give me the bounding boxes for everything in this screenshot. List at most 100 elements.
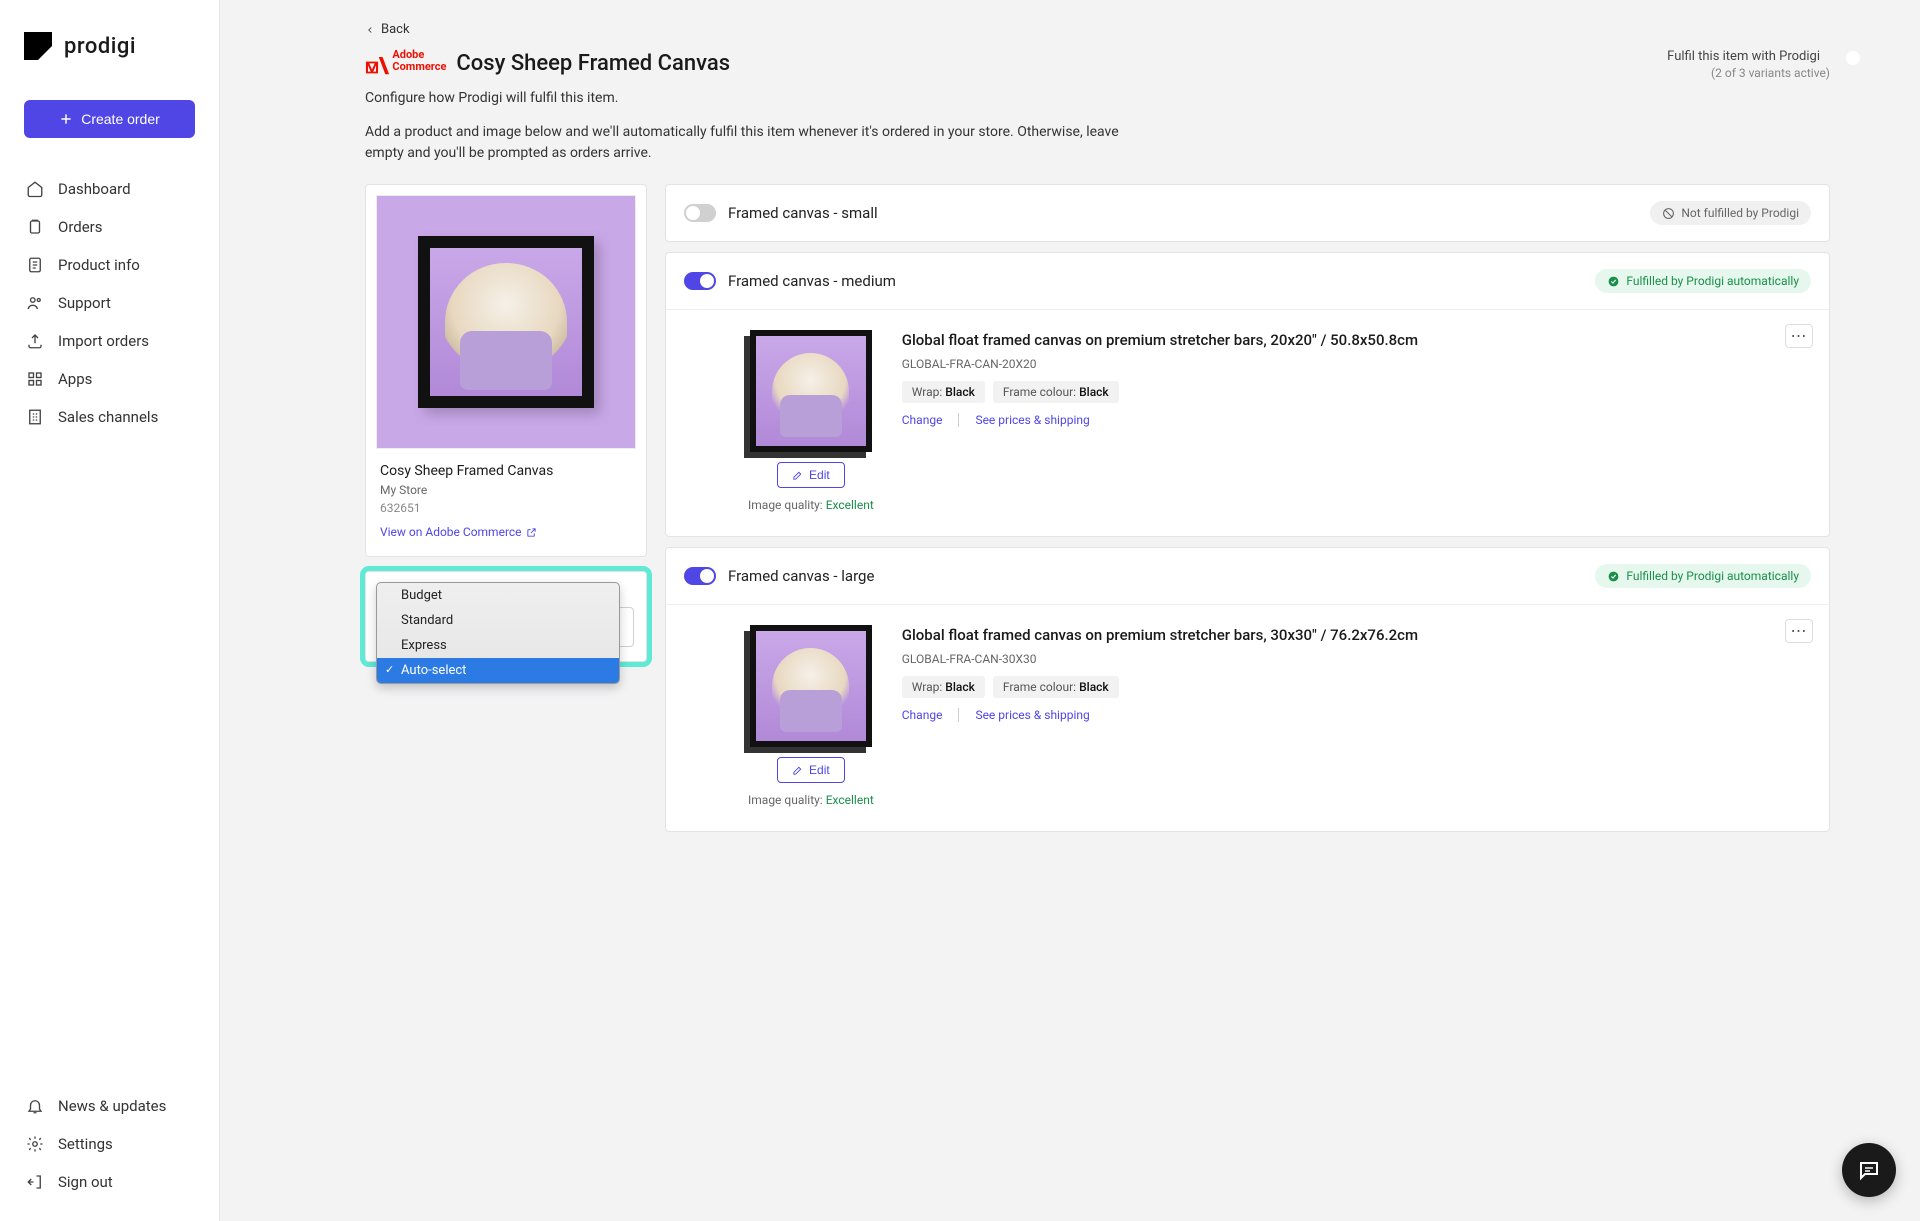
- variant-card-medium: Framed canvas - medium Fulfilled by Prod…: [665, 252, 1830, 537]
- content-row: Cosy Sheep Framed Canvas My Store 632651…: [365, 184, 1830, 832]
- users-icon: [26, 294, 44, 312]
- shipping-option-express[interactable]: Express: [377, 633, 619, 658]
- chevron-left-icon: [365, 25, 375, 35]
- chat-fab[interactable]: [1842, 1143, 1896, 1197]
- edit-icon: [792, 470, 803, 481]
- right-column: Framed canvas - small Not fulfilled by P…: [665, 184, 1830, 832]
- variant-details: Global float framed canvas on premium st…: [902, 330, 1809, 512]
- subtext-2: Add a product and image below and we'll …: [365, 122, 1125, 164]
- divider: [958, 708, 959, 722]
- adobe-commerce-logo: ⟏\AdobeCommerce: [365, 49, 446, 78]
- variant-toggle[interactable]: [684, 204, 716, 222]
- variant-product-name: Global float framed canvas on premium st…: [902, 625, 1809, 646]
- nav-label: Support: [58, 294, 111, 312]
- prices-link[interactable]: See prices & shipping: [975, 708, 1089, 722]
- variant-head: Framed canvas - large Fulfilled by Prodi…: [666, 548, 1829, 604]
- nav-support[interactable]: Support: [8, 284, 211, 322]
- nav-label: Apps: [58, 370, 92, 388]
- back-link[interactable]: Back: [365, 22, 1830, 37]
- nav-orders[interactable]: Orders: [8, 208, 211, 246]
- check-circle-icon: [1607, 275, 1620, 288]
- nav-signout[interactable]: Sign out: [8, 1163, 211, 1201]
- frame-chip: Frame colour: Black: [993, 381, 1119, 403]
- nav-settings[interactable]: Settings: [8, 1125, 211, 1163]
- variant-badge: Not fulfilled by Prodigi: [1650, 201, 1811, 225]
- fulfil-sub: (2 of 3 variants active): [1667, 66, 1830, 80]
- create-order-label: Create order: [81, 111, 160, 127]
- edit-label: Edit: [809, 468, 830, 482]
- nav-bottom: News & updates Settings Sign out: [0, 1079, 219, 1205]
- shipping-card: Shipping Budget Standard Express Auto-se…: [365, 571, 647, 662]
- product-card: Cosy Sheep Framed Canvas My Store 632651…: [365, 184, 647, 557]
- change-link[interactable]: Change: [902, 708, 943, 722]
- edit-button[interactable]: Edit: [777, 462, 845, 488]
- nav-dashboard[interactable]: Dashboard: [8, 170, 211, 208]
- logo: prodigi: [0, 24, 219, 84]
- variant-title: Framed canvas - medium: [728, 272, 896, 290]
- edit-label: Edit: [809, 763, 830, 777]
- badge-text: Fulfilled by Prodigi automatically: [1626, 569, 1799, 583]
- external-link-icon: [526, 527, 537, 538]
- nav-product-info[interactable]: Product info: [8, 246, 211, 284]
- upload-icon: [26, 332, 44, 350]
- view-on-platform-link[interactable]: View on Adobe Commerce: [376, 525, 541, 539]
- variant-badge: Fulfilled by Prodigi automatically: [1595, 564, 1811, 588]
- gear-icon: [26, 1135, 44, 1153]
- create-order-button[interactable]: Create order: [24, 100, 195, 138]
- check-circle-icon: [1607, 570, 1620, 583]
- home-icon: [26, 180, 44, 198]
- variant-head: Framed canvas - small Not fulfilled by P…: [666, 185, 1829, 241]
- variant-body: ⋯ Edit Image quality: Excellent: [666, 604, 1829, 831]
- variant-title: Framed canvas - large: [728, 567, 874, 585]
- variant-toggle[interactable]: [684, 272, 716, 290]
- nav-news[interactable]: News & updates: [8, 1087, 211, 1125]
- change-link[interactable]: Change: [902, 413, 943, 427]
- page-title: Cosy Sheep Framed Canvas: [456, 51, 730, 76]
- shipping-option-auto-select[interactable]: Auto-select: [377, 658, 619, 683]
- nav-label: Dashboard: [58, 180, 131, 198]
- prices-link[interactable]: See prices & shipping: [975, 413, 1089, 427]
- shipping-option-standard[interactable]: Standard: [377, 608, 619, 633]
- more-button[interactable]: ⋯: [1785, 324, 1813, 348]
- variant-thumbnail: [750, 330, 872, 452]
- variant-sku: GLOBAL-FRA-CAN-30X30: [902, 652, 1809, 666]
- shipping-option-budget[interactable]: Budget: [377, 583, 619, 608]
- product-name: Cosy Sheep Framed Canvas: [376, 463, 636, 479]
- store-name: My Store: [376, 483, 636, 497]
- nav-label: Orders: [58, 218, 103, 236]
- bell-icon: [26, 1097, 44, 1115]
- left-column: Cosy Sheep Framed Canvas My Store 632651…: [365, 184, 647, 662]
- variant-badge: Fulfilled by Prodigi automatically: [1595, 269, 1811, 293]
- action-links: Change See prices & shipping: [902, 708, 1809, 722]
- nav-apps[interactable]: Apps: [8, 360, 211, 398]
- nav-import-orders[interactable]: Import orders: [8, 322, 211, 360]
- main-content: Back ⟏\AdobeCommerce Cosy Sheep Framed C…: [220, 0, 1920, 1221]
- building-icon: [26, 408, 44, 426]
- back-label: Back: [381, 22, 410, 37]
- quality-label: Image quality:: [748, 793, 823, 807]
- image-quality: Image quality: Excellent: [748, 793, 874, 807]
- frame-chip: Frame colour: Black: [993, 676, 1119, 698]
- quality-value: Excellent: [826, 793, 874, 807]
- fulfil-label: Fulfil this item with Prodigi: [1667, 49, 1820, 64]
- divider: [958, 413, 959, 427]
- variant-card-small: Framed canvas - small Not fulfilled by P…: [665, 184, 1830, 242]
- attribute-chips: Wrap: Black Frame colour: Black: [902, 381, 1809, 403]
- badge-text: Fulfilled by Prodigi automatically: [1626, 274, 1799, 288]
- nav-sales-channels[interactable]: Sales channels: [8, 398, 211, 436]
- edit-button[interactable]: Edit: [777, 757, 845, 783]
- variant-toggle[interactable]: [684, 567, 716, 585]
- document-icon: [26, 256, 44, 274]
- variant-thumbnail: [750, 625, 872, 747]
- nav-label: News & updates: [58, 1097, 166, 1115]
- more-button[interactable]: ⋯: [1785, 619, 1813, 643]
- nav-label: Sign out: [58, 1173, 113, 1191]
- variant-body: ⋯ Edit Image quality: Excellent: [666, 309, 1829, 536]
- image-quality: Image quality: Excellent: [748, 498, 874, 512]
- clipboard-icon: [26, 218, 44, 236]
- thumb-column: Edit Image quality: Excellent: [748, 625, 874, 807]
- nav-list: Dashboard Orders Product info Support Im…: [0, 162, 219, 1079]
- wrap-chip: Wrap: Black: [902, 676, 985, 698]
- chat-icon: [1857, 1158, 1881, 1182]
- shipping-dropdown: Budget Standard Express Auto-select: [376, 582, 620, 684]
